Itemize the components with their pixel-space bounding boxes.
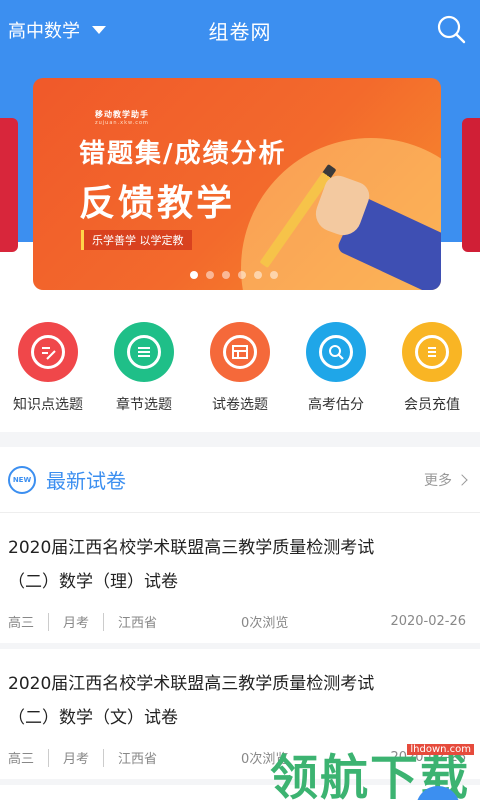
carousel-dots	[190, 271, 278, 279]
divider	[48, 748, 50, 767]
banner-slide[interactable]: 移动教学助手 zujuan.xkw.com 错题集/成绩分析 反馈教学 乐学善学…	[33, 78, 441, 290]
carousel-dot[interactable]	[270, 271, 278, 279]
section-title: 最新试卷	[46, 469, 126, 493]
carousel-dot[interactable]	[190, 271, 198, 279]
search-icon	[306, 322, 366, 382]
quick-nav: 知识点选题 章节选题 试卷选题 高考估分 会员充值	[0, 300, 480, 432]
paper-title-line2: （二）数学（理）试卷	[8, 572, 178, 592]
section-header: NEW 最新试卷 更多	[0, 447, 480, 513]
watermark-site: lhdown.com	[407, 744, 474, 755]
paper-item[interactable]: 2020届江西名校学术联盟高三教学质量检测考试 （二）数学（理）试卷 高三 月考…	[0, 513, 480, 649]
paper-views: 0次浏览	[241, 616, 289, 631]
paper-grade: 高三	[8, 616, 35, 631]
carousel-dot[interactable]	[254, 271, 262, 279]
nav-item[interactable]: 章节选题	[96, 300, 192, 432]
paper-title-line2: （二）数学（文）试卷	[8, 708, 178, 728]
more-label: 更多	[424, 472, 452, 489]
search-icon[interactable]	[436, 14, 466, 44]
carousel-dot[interactable]	[222, 271, 230, 279]
carousel-dot[interactable]	[238, 271, 246, 279]
paper-grade: 高三	[8, 752, 35, 767]
nav-item[interactable]: 试卷选题	[192, 300, 288, 432]
paper-title-line1: 2020届江西名校学术联盟高三教学质量检测考试	[8, 674, 375, 694]
paper-type: 月考	[63, 752, 90, 767]
banner-headline: 错题集/成绩分析	[79, 139, 287, 169]
banner-subheadline: 反馈教学	[79, 183, 236, 224]
nav-label: 高考估分	[308, 397, 364, 413]
chevron-right-icon	[456, 473, 468, 486]
edit-icon	[18, 322, 78, 382]
carousel-dot[interactable]	[206, 271, 214, 279]
nav-label: 知识点选题	[13, 397, 83, 413]
paper-type: 月考	[63, 616, 90, 631]
divider	[48, 612, 50, 631]
paper-icon	[210, 322, 270, 382]
divider	[103, 748, 105, 767]
nav-item[interactable]: 会员充值	[384, 300, 480, 432]
banner-carousel: 移动教学助手 zujuan.xkw.com 错题集/成绩分析 反馈教学 乐学善学…	[0, 62, 480, 300]
banner-small-text: 移动教学助手	[95, 110, 149, 119]
banner-url-text: zujuan.xkw.com	[95, 120, 149, 126]
new-badge-icon: NEW	[8, 465, 36, 494]
nav-label: 章节选题	[116, 397, 172, 413]
divider	[103, 612, 105, 631]
nav-item[interactable]: 知识点选题	[0, 300, 96, 432]
book-icon	[114, 322, 174, 382]
prev-banner-card[interactable]	[0, 118, 18, 252]
more-button[interactable]: 更多	[424, 470, 468, 490]
page-title: 组卷网	[208, 20, 272, 44]
app-header: 高中数学 组卷网	[0, 0, 480, 62]
nav-label: 会员充值	[404, 397, 460, 413]
paper-date: 2020-02-26	[390, 614, 466, 629]
banner-tag: 乐学善学 以学定教	[81, 230, 192, 250]
paper-title-line1: 2020届江西名校学术联盟高三教学质量检测考试	[8, 538, 375, 558]
nav-item[interactable]: 高考估分	[288, 300, 384, 432]
paper-region: 江西省	[118, 752, 158, 767]
card-icon	[402, 322, 462, 382]
nav-label: 试卷选题	[212, 397, 268, 413]
paper-region: 江西省	[118, 616, 158, 631]
paper-meta: 高三 月考 江西省 0次浏览 2020-02-26	[8, 612, 466, 631]
next-banner-card[interactable]	[462, 118, 480, 252]
